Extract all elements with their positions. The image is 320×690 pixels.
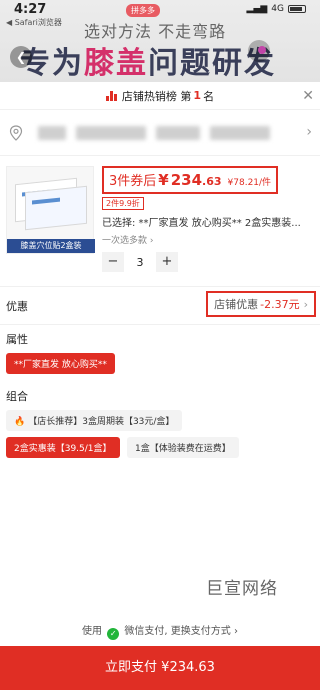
chevron-right-icon: › xyxy=(303,297,308,311)
selected-options: 已选择: **厂家直发 放心购买** 2盒实惠装... xyxy=(102,218,301,229)
discount-tag: 2件9.9折 xyxy=(102,197,144,210)
address-redacted xyxy=(38,125,66,140)
address-redacted xyxy=(210,125,270,140)
payment-prefix: 使用 xyxy=(82,626,103,637)
price-prefix: 3件券后 xyxy=(109,174,157,189)
multi-select-link[interactable]: 一次选多款 › xyxy=(102,233,314,246)
combo-option-label: 【店长推荐】3盒周期装【33元/盒】 xyxy=(28,417,175,427)
combo-option[interactable]: 1盒【体验装费在运费】 xyxy=(127,437,239,458)
watermark: 巨宣网络 xyxy=(206,579,278,599)
chevron-right-icon: › xyxy=(149,236,154,246)
product-summary: 膝盖穴位贴2盒装 3件券后 ¥234.63 ¥78.21/件 2件9.9折 已选… xyxy=(0,156,320,286)
rank-chart-icon xyxy=(105,90,117,101)
signal-icon: ▂▄▆ xyxy=(246,4,268,14)
combo-options: 🔥 【店长推荐】3盒周期装【33元/盒】 2盒实惠装【39.5/1盒】 1盒【体验… xyxy=(0,404,320,458)
product-image[interactable]: 膝盖穴位贴2盒装 xyxy=(6,166,95,254)
increase-button[interactable]: + xyxy=(156,252,178,272)
location-pin-icon xyxy=(9,124,23,141)
combo-option[interactable]: 2盒实惠装【39.5/1盒】 xyxy=(6,437,120,458)
price-integer: 234 xyxy=(170,171,203,189)
shop-rank-bar: 店铺热销榜 第 1 名 ✕ xyxy=(0,82,320,110)
chevron-right-icon: › xyxy=(233,626,238,637)
slogan-highlight: 膝盖 xyxy=(84,46,148,81)
promo-banner: 4:27 ▂▄▆ 4G ◀ Safari浏览器 拼多多 选对方法 不走弯路 专为… xyxy=(0,0,320,82)
shop-discount-selector[interactable]: 店铺优惠 -2.37元 › xyxy=(206,291,316,317)
address-selector[interactable]: › xyxy=(0,110,320,156)
chevron-right-icon: › xyxy=(306,124,312,140)
address-redacted xyxy=(76,125,146,140)
discount-row: 优惠 店铺优惠 -2.37元 › xyxy=(0,286,320,324)
close-icon[interactable]: ✕ xyxy=(302,88,314,104)
product-info: 3件券后 ¥234.63 ¥78.21/件 2件9.9折 已选择: **厂家直发… xyxy=(102,166,314,286)
multi-select-label: 一次选多款 xyxy=(102,236,148,246)
battery-icon xyxy=(288,5,306,13)
decoration-dot xyxy=(258,46,266,54)
discount-label: 优惠 xyxy=(6,299,28,313)
attribute-label: 属性 xyxy=(0,324,320,347)
rank-prefix: 店铺热销榜 第 xyxy=(121,89,192,103)
price-highlight: 3件券后 ¥234.63 ¥78.21/件 xyxy=(102,166,279,194)
unit-price: ¥78.21/件 xyxy=(227,178,272,188)
status-bar: 4:27 ▂▄▆ 4G xyxy=(0,0,320,18)
back-to-app-link[interactable]: ◀ Safari浏览器 xyxy=(6,17,62,28)
price-currency: ¥ xyxy=(158,171,169,189)
attribute-options: **厂家直发 放心购买** xyxy=(0,347,320,374)
product-image-tag: 膝盖穴位贴2盒装 xyxy=(7,239,95,253)
decrease-button[interactable]: − xyxy=(102,252,124,272)
status-indicators: ▂▄▆ 4G xyxy=(247,4,306,14)
change-payment-link: 更换支付方式 xyxy=(170,626,231,637)
rank-number: 1 xyxy=(193,89,202,102)
payment-method-row[interactable]: 使用 ✓ 微信支付, 更换支付方式 › xyxy=(0,622,320,640)
attribute-option[interactable]: **厂家直发 放心购买** xyxy=(6,353,115,374)
network-type: 4G xyxy=(271,4,284,14)
combo-option[interactable]: 🔥 【店长推荐】3盒周期装【33元/盒】 xyxy=(6,410,183,431)
status-time: 4:27 xyxy=(14,1,47,17)
price-decimal: .63 xyxy=(202,175,222,188)
combo-label: 组合 xyxy=(6,390,28,403)
shop-discount-value: -2.37元 xyxy=(260,298,300,311)
address-redacted xyxy=(156,125,200,140)
flame-icon: 🔥 xyxy=(14,417,26,427)
brand-badge: 拼多多 xyxy=(126,4,160,17)
purchase-sheet: 店铺热销榜 第 1 名 ✕ › 膝盖穴位贴2盒装 3件券后 ¥234.63 ¥7… xyxy=(0,82,320,690)
quantity-stepper: − 3 + xyxy=(102,252,314,272)
rank-suffix: 名 xyxy=(203,89,215,103)
quantity-value[interactable]: 3 xyxy=(130,256,150,269)
banner-slogan-main: 专为膝盖问题研发 xyxy=(20,38,276,82)
wechat-pay-icon: ✓ xyxy=(107,628,120,640)
back-arrow-icon[interactable]: ❮ xyxy=(10,46,32,68)
payment-method: 微信支付, xyxy=(124,626,168,637)
package-illustration xyxy=(25,185,87,231)
shop-discount-label: 店铺优惠 xyxy=(214,298,259,311)
pay-now-button[interactable]: 立即支付 ¥234.63 xyxy=(0,646,320,690)
